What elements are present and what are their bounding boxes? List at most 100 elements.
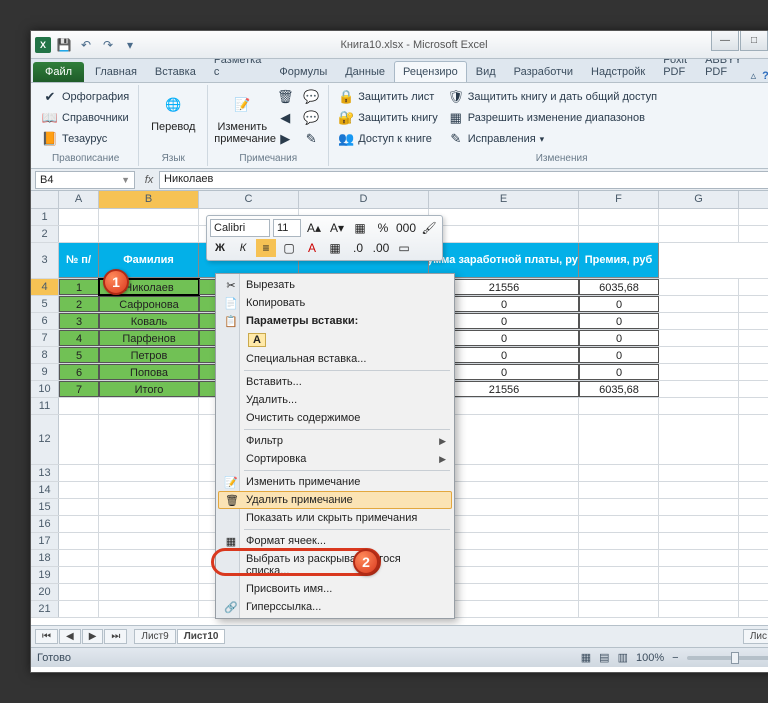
tab-insert[interactable]: Вставка [146, 61, 205, 82]
qat-dropdown-icon[interactable]: ▾ [121, 36, 139, 54]
edit-comment-icon: 📝 [222, 476, 240, 489]
col-header[interactable]: F [579, 191, 659, 208]
tab-data[interactable]: Данные [336, 61, 394, 82]
help-icon[interactable]: ? [762, 70, 768, 82]
tab-developer[interactable]: Разработчи [505, 61, 582, 82]
protect-sheet-button[interactable]: 🔒Защитить лист [335, 87, 441, 107]
shrink-font-icon[interactable]: A▾ [327, 219, 347, 237]
thesaurus-button[interactable]: 📙Тезаурус [39, 129, 132, 149]
undo-icon[interactable]: ↶ [77, 36, 95, 54]
ctx-clear[interactable]: Очистить содержимое [218, 409, 452, 427]
share-workbook-button[interactable]: 👥Доступ к книге [335, 129, 441, 149]
show-ink-button[interactable]: ✎ [300, 129, 322, 149]
ctx-filter[interactable]: Фильтр▶ [218, 432, 452, 450]
percent-icon[interactable]: % [373, 219, 393, 237]
format-painter-icon[interactable]: 🖌 [419, 219, 439, 237]
ctx-paste-special[interactable]: Специальная вставка... [218, 350, 452, 368]
prev-icon: ◀ [277, 110, 293, 126]
worksheet-grid[interactable]: A B C D E F G 1 2 3 № п/ Фамилия Сумма з… [31, 191, 768, 625]
font-size-select[interactable]: 11 [273, 219, 301, 237]
ctx-delete-comment[interactable]: 🗑Удалить примечание [218, 491, 452, 509]
select-all-corner[interactable] [31, 191, 59, 208]
show-comment-button[interactable]: 💬 [300, 87, 322, 107]
track-changes-button[interactable]: ✎Исправления ▾ [445, 129, 660, 149]
excel-icon: X [35, 37, 51, 53]
ctx-cut[interactable]: ✂Вырезать [218, 276, 452, 294]
tab-review[interactable]: Рецензиро [394, 61, 467, 82]
grow-font-icon[interactable]: A▴ [304, 219, 324, 237]
sheet-tab-truncated[interactable]: Лис [743, 629, 768, 644]
chevron-down-icon: ▼ [121, 175, 130, 185]
fill-color-icon[interactable]: ▢ [279, 239, 299, 257]
minimize-ribbon-icon[interactable]: ▵ [751, 69, 757, 82]
redo-icon[interactable]: ↷ [99, 36, 117, 54]
allow-ranges-button[interactable]: ▦Разрешить изменение диапазонов [445, 108, 660, 128]
protect-share-button[interactable]: 🛡Защитить книгу и дать общий доступ [445, 87, 660, 107]
ctx-edit-comment[interactable]: 📝Изменить примечание [218, 473, 452, 491]
next-sheet-icon[interactable]: ▶ [82, 629, 104, 644]
translate-icon: 🌐 [157, 89, 189, 121]
increase-decimal-icon[interactable]: .00 [371, 239, 391, 257]
comma-icon[interactable]: 000 [396, 219, 416, 237]
translate-button[interactable]: 🌐Перевод [145, 87, 201, 133]
tab-home[interactable]: Главная [86, 61, 146, 82]
ctx-sort[interactable]: Сортировка▶ [218, 450, 452, 468]
minimize-button[interactable]: — [711, 31, 739, 51]
edit-comment-button[interactable]: 📝Изменить примечание [214, 87, 270, 145]
ctx-show-hide-comment[interactable]: Показать или скрыть примечания [218, 509, 452, 527]
merge-icon[interactable]: ▭ [394, 239, 414, 257]
style-icon[interactable]: ▦ [350, 219, 370, 237]
first-sheet-icon[interactable]: ⏮ [35, 629, 58, 644]
italic-icon[interactable]: К [233, 239, 253, 257]
font-select[interactable]: Calibri [210, 219, 270, 237]
sheet-tab[interactable]: Лист10 [177, 629, 226, 644]
zoom-slider[interactable] [687, 656, 768, 660]
abc-check-icon: ✔ [42, 89, 58, 105]
show-all-comments-button[interactable]: 💬 [300, 108, 322, 128]
tab-addins[interactable]: Надстройк [582, 61, 654, 82]
ctx-define-name[interactable]: Присвоить имя... [218, 580, 452, 598]
tab-formulas[interactable]: Формулы [270, 61, 336, 82]
sheet-tab[interactable]: Лист9 [134, 629, 175, 644]
col-header[interactable]: D [299, 191, 429, 208]
zoom-thumb[interactable] [731, 652, 739, 664]
col-header[interactable]: E [429, 191, 579, 208]
formula-input[interactable]: Николаев [159, 171, 768, 189]
mini-toolbar: Calibri 11 A▴ A▾ ▦ % 000 🖌 Ж К ≡ ▢ A ▦ .… [206, 215, 443, 261]
delete-comment-button[interactable]: 🗑 [274, 87, 296, 107]
view-normal-icon[interactable]: ▦ [581, 651, 591, 664]
next-comment-button[interactable]: ▶ [274, 129, 296, 149]
center-icon[interactable]: ≡ [256, 239, 276, 257]
ctx-insert[interactable]: Вставить... [218, 373, 452, 391]
view-layout-icon[interactable]: ▤ [599, 651, 609, 664]
ctx-hyperlink[interactable]: 🔗Гиперссылка... [218, 598, 452, 616]
last-sheet-icon[interactable]: ⏭ [104, 629, 127, 644]
font-color-icon[interactable]: A [302, 239, 322, 257]
view-pagebreak-icon[interactable]: ▥ [618, 651, 628, 664]
tab-view[interactable]: Вид [467, 61, 505, 82]
zoom-level[interactable]: 100% [636, 652, 664, 664]
save-icon[interactable]: 💾 [55, 36, 73, 54]
borders-icon[interactable]: ▦ [325, 239, 345, 257]
prev-comment-button[interactable]: ◀ [274, 108, 296, 128]
ctx-delete[interactable]: Удалить... [218, 391, 452, 409]
name-box[interactable]: B4▼ [35, 171, 135, 189]
ctx-copy[interactable]: 📄Копировать [218, 294, 452, 312]
col-header[interactable]: A [59, 191, 99, 208]
ctx-paste-values[interactable]: A [218, 330, 452, 350]
maximize-button[interactable]: □ [740, 31, 768, 51]
ctx-format-cells[interactable]: ▦Формат ячеек... [218, 532, 452, 550]
fx-icon[interactable]: fx [139, 174, 159, 186]
col-header[interactable]: G [659, 191, 739, 208]
decrease-decimal-icon[interactable]: .0 [348, 239, 368, 257]
col-header[interactable]: C [199, 191, 299, 208]
file-tab[interactable]: Файл [33, 62, 84, 82]
ctx-pick-from-list[interactable]: Выбрать из раскрывающегося списка... [218, 550, 452, 580]
col-header[interactable]: B [99, 191, 199, 208]
research-button[interactable]: 📖Справочники [39, 108, 132, 128]
protect-workbook-button[interactable]: 🔐Защитить книгу [335, 108, 441, 128]
spelling-button[interactable]: ✔Орфография [39, 87, 132, 107]
prev-sheet-icon[interactable]: ◀ [59, 629, 81, 644]
bold-icon[interactable]: Ж [210, 239, 230, 257]
zoom-out-icon[interactable]: − [672, 652, 678, 664]
